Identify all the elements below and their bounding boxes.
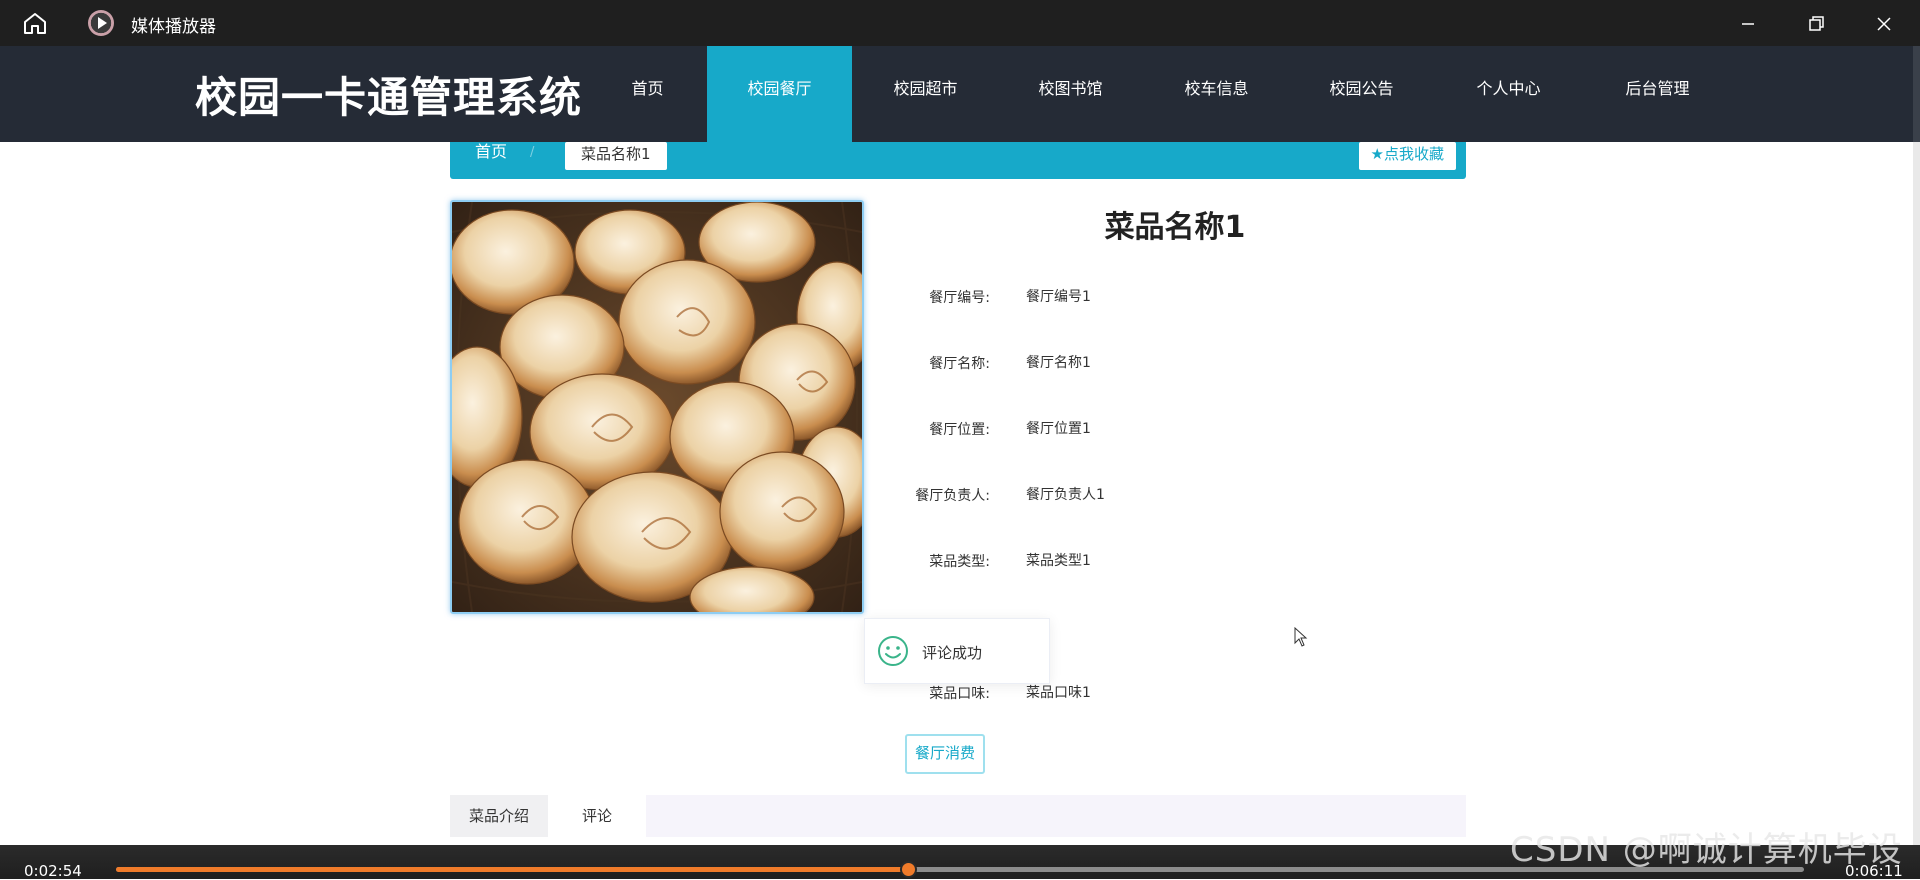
- player-title: 媒体播放器: [131, 17, 216, 37]
- success-toast: 评论成功: [864, 618, 1050, 684]
- field-label-canteen-name: 餐厅名称:: [929, 356, 990, 372]
- field-value-canteen-location: 餐厅位置1: [1026, 421, 1091, 437]
- site-title: 校园一卡通管理系统: [195, 73, 583, 122]
- field-label-dish-type: 菜品类型:: [929, 554, 990, 570]
- nav-admin[interactable]: 后台管理: [1585, 46, 1730, 142]
- tab-dish-intro[interactable]: 菜品介绍: [450, 795, 548, 837]
- site-header: 校园一卡通管理系统 首页 校园餐厅 校园超市 校图书馆 校车信息 校园公告 个人…: [0, 46, 1920, 142]
- toast-message: 评论成功: [922, 644, 983, 662]
- tab-comments[interactable]: 评论: [548, 795, 646, 837]
- field-value-dish-flavor: 菜品口味1: [1026, 685, 1091, 701]
- dish-image: [450, 200, 864, 614]
- watermark: CSDN @啊诚计算机毕设: [1510, 830, 1903, 870]
- field-value-canteen-name: 餐厅名称1: [1026, 355, 1091, 371]
- seek-bar-thumb[interactable]: [899, 861, 917, 878]
- field-value-canteen-id: 餐厅编号1: [1026, 289, 1091, 305]
- tabs-bar: 菜品介绍 评论: [450, 795, 1466, 837]
- dish-name: 菜品名称1: [1104, 210, 1246, 245]
- player-titlebar: 媒体播放器: [0, 0, 1920, 46]
- media-player-icon: [88, 10, 114, 36]
- nav-personal-center[interactable]: 个人中心: [1436, 46, 1581, 142]
- field-value-canteen-manager: 餐厅负责人1: [1026, 487, 1105, 503]
- restore-icon[interactable]: [1802, 10, 1830, 38]
- home-icon[interactable]: [22, 11, 48, 35]
- nav-bus-info[interactable]: 校车信息: [1144, 46, 1289, 142]
- nav-announcements[interactable]: 校园公告: [1289, 46, 1434, 142]
- minimize-icon[interactable]: [1734, 10, 1762, 38]
- page-scrollbar[interactable]: [1913, 142, 1920, 845]
- time-elapsed: 0:02:54: [24, 862, 82, 880]
- breadcrumb: 首页 / 菜品名称1 ★点我收藏: [450, 142, 1466, 179]
- close-icon[interactable]: [1870, 10, 1898, 38]
- consume-button[interactable]: 餐厅消费: [905, 734, 985, 774]
- nav-canteen[interactable]: 校园餐厅: [707, 46, 852, 142]
- nav-supermarket[interactable]: 校园超市: [853, 46, 998, 142]
- field-label-dish-flavor: 菜品口味:: [929, 686, 990, 702]
- field-label-canteen-manager: 餐厅负责人:: [915, 488, 990, 504]
- seek-bar-fill: [116, 867, 908, 872]
- nav-library[interactable]: 校图书馆: [998, 46, 1143, 142]
- favorite-button[interactable]: ★点我收藏: [1358, 142, 1456, 170]
- field-label-canteen-id: 餐厅编号:: [929, 290, 990, 306]
- field-label-canteen-location: 餐厅位置:: [929, 422, 990, 438]
- smile-icon: [878, 636, 908, 666]
- scrollbar[interactable]: [1913, 46, 1920, 142]
- field-value-dish-type: 菜品类型1: [1026, 553, 1091, 569]
- mouse-cursor-icon: [1294, 627, 1308, 647]
- breadcrumb-current: 菜品名称1: [565, 142, 667, 170]
- nav-home[interactable]: 首页: [575, 46, 720, 142]
- breadcrumb-separator: /: [530, 145, 535, 160]
- breadcrumb-home[interactable]: 首页: [475, 142, 507, 162]
